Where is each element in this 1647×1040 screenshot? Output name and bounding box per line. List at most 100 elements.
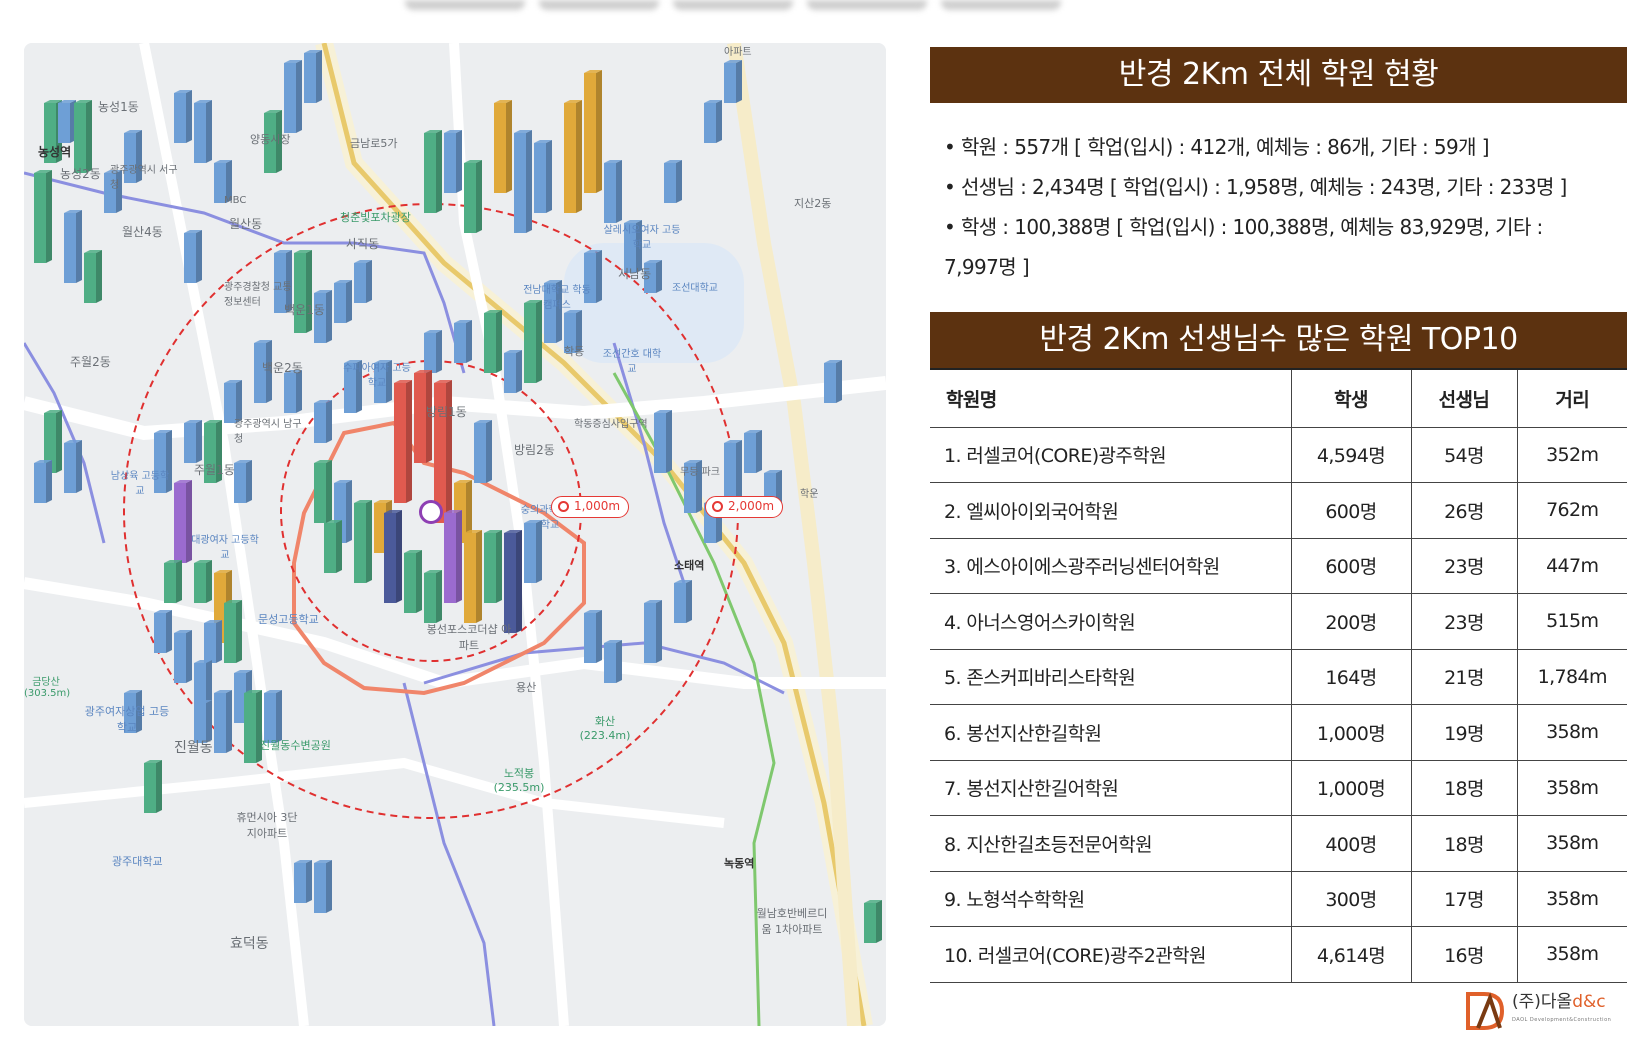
map-label: 노적봉 (235.5m)	[493, 767, 545, 794]
distance: 352m	[1516, 426, 1627, 483]
academy-bar	[204, 620, 222, 663]
academy-bar	[74, 100, 92, 173]
academy-bar	[314, 400, 332, 443]
academy-bar	[724, 60, 742, 103]
academy-bar	[524, 300, 542, 383]
academy-bar	[534, 140, 552, 213]
distance: 762m	[1516, 482, 1627, 539]
distance: 358m	[1516, 759, 1627, 816]
academy-bar	[464, 160, 482, 233]
map-label: 백운1동	[284, 303, 325, 317]
academy-bar	[304, 50, 322, 103]
map-label: 농성1동	[98, 100, 139, 114]
distance: 358m	[1516, 870, 1627, 927]
academy-bar	[654, 410, 672, 473]
radius-2km-badge[interactable]: 2,000m	[705, 496, 784, 518]
top-tab[interactable]	[405, 0, 525, 10]
academy-bar	[264, 690, 282, 743]
map-label: 주월1동	[194, 463, 235, 477]
academy-bar	[214, 690, 232, 753]
table-row: 2. 엘씨아이외국어학원 600명 26명 762m	[930, 482, 1627, 539]
map-label: 양동시장	[250, 133, 291, 146]
radius-1km-badge[interactable]: 1,000m	[551, 496, 630, 518]
academy-bar	[864, 900, 882, 943]
academy-bar	[294, 250, 312, 333]
academy-bar	[664, 160, 682, 203]
col-header-students: 학생	[1290, 368, 1412, 428]
map-label: 문성고등학교	[258, 613, 319, 626]
teachers: 18명	[1410, 815, 1518, 872]
table-header-row: 학원명 학생 선생님 거리	[930, 368, 1627, 428]
academy-bar	[744, 430, 762, 473]
academy-bar	[324, 520, 342, 573]
academy-bar	[194, 660, 212, 703]
teachers: 23명	[1410, 593, 1518, 650]
academy-bar	[674, 580, 692, 623]
map-label: 화산 (223.4m)	[579, 715, 631, 742]
academy-name: 8. 지산한길초등전문어학원	[930, 815, 1292, 872]
top-tab[interactable]	[941, 0, 1061, 10]
top-tab[interactable]	[807, 0, 927, 10]
academy-bar	[424, 130, 442, 213]
map-pin-icon[interactable]	[419, 500, 443, 524]
stat-line: 7,997명 ]	[944, 255, 1030, 279]
map-label: 진월동	[174, 740, 213, 756]
table-row: 9. 노형석수학학원 300명 17명 358m	[930, 870, 1627, 927]
academy-bar	[464, 530, 482, 623]
academy-bar	[234, 460, 252, 503]
students: 1,000명	[1290, 704, 1412, 761]
academy-bar	[194, 560, 212, 603]
academy-bar	[484, 530, 502, 603]
students: 200명	[1290, 593, 1412, 650]
map-label: 월남호반베르디움 1차아파트	[756, 907, 828, 936]
teachers: 21명	[1410, 648, 1518, 705]
academy-bar	[584, 70, 602, 193]
academy-bar	[444, 130, 462, 193]
map-label: 살레시오여자 고등학교	[603, 225, 681, 251]
academy-bar	[564, 100, 582, 213]
map-label: 광주여자상업 고등학교	[84, 705, 170, 734]
academy-bar	[314, 460, 332, 523]
top-tab[interactable]	[539, 0, 659, 10]
academy-bar	[224, 600, 242, 663]
map-label: 조선간호 대학교	[602, 349, 662, 375]
academy-map[interactable]: 농성1동 농성역 농성2동 광주광역시 서구청 MBC 월산동 양동시장 금남로…	[24, 43, 886, 1026]
academy-bar	[824, 360, 842, 403]
teachers: 16명	[1410, 926, 1518, 983]
table-row: 7. 봉선지산한길어학원 1,000명 18명 358m	[930, 759, 1627, 816]
academy-bar	[294, 860, 312, 903]
map-label: 용산	[516, 681, 537, 694]
map-label: 봉선포스코더샵 아파트	[426, 623, 512, 652]
students: 4,614명	[1290, 926, 1412, 983]
academy-bar	[474, 420, 492, 483]
teachers: 26명	[1410, 482, 1518, 539]
students: 600명	[1290, 537, 1412, 594]
logo-suffix: d&c	[1572, 992, 1606, 1012]
academy-bar	[484, 310, 502, 373]
map-label: 월산4동	[122, 225, 163, 239]
academy-bar	[424, 570, 442, 623]
students: 4,594명	[1290, 426, 1412, 483]
map-label: 수피아여자 고등학교	[343, 363, 411, 389]
academy-bar	[504, 350, 522, 393]
col-header-teachers: 선생님	[1410, 368, 1518, 428]
map-label: 농성역	[38, 145, 72, 159]
logo-icon	[1466, 992, 1505, 1030]
academy-bar	[64, 440, 82, 493]
map-label: 금당산 (303.5m)	[24, 677, 71, 699]
table-row: 8. 지산한길초등전문어학원 400명 18명 358m	[930, 815, 1627, 872]
map-label: 학동	[564, 345, 585, 358]
top-tab[interactable]	[673, 0, 793, 10]
academy-bar	[394, 380, 412, 503]
academy-bar	[144, 760, 162, 813]
map-label: 농성2동	[60, 167, 101, 181]
academy-bar	[64, 210, 82, 283]
academy-bar	[314, 860, 332, 913]
teachers: 19명	[1410, 704, 1518, 761]
academy-bar	[194, 100, 212, 163]
teachers: 54명	[1410, 426, 1518, 483]
academy-bar	[454, 320, 472, 363]
summary-stats: • 학원 : 557개 [ 학업(입시) : 412개, 예체능 : 86개, …	[944, 127, 1624, 287]
map-label: MBC	[224, 195, 247, 206]
logo-name: (주)다올	[1512, 992, 1573, 1012]
